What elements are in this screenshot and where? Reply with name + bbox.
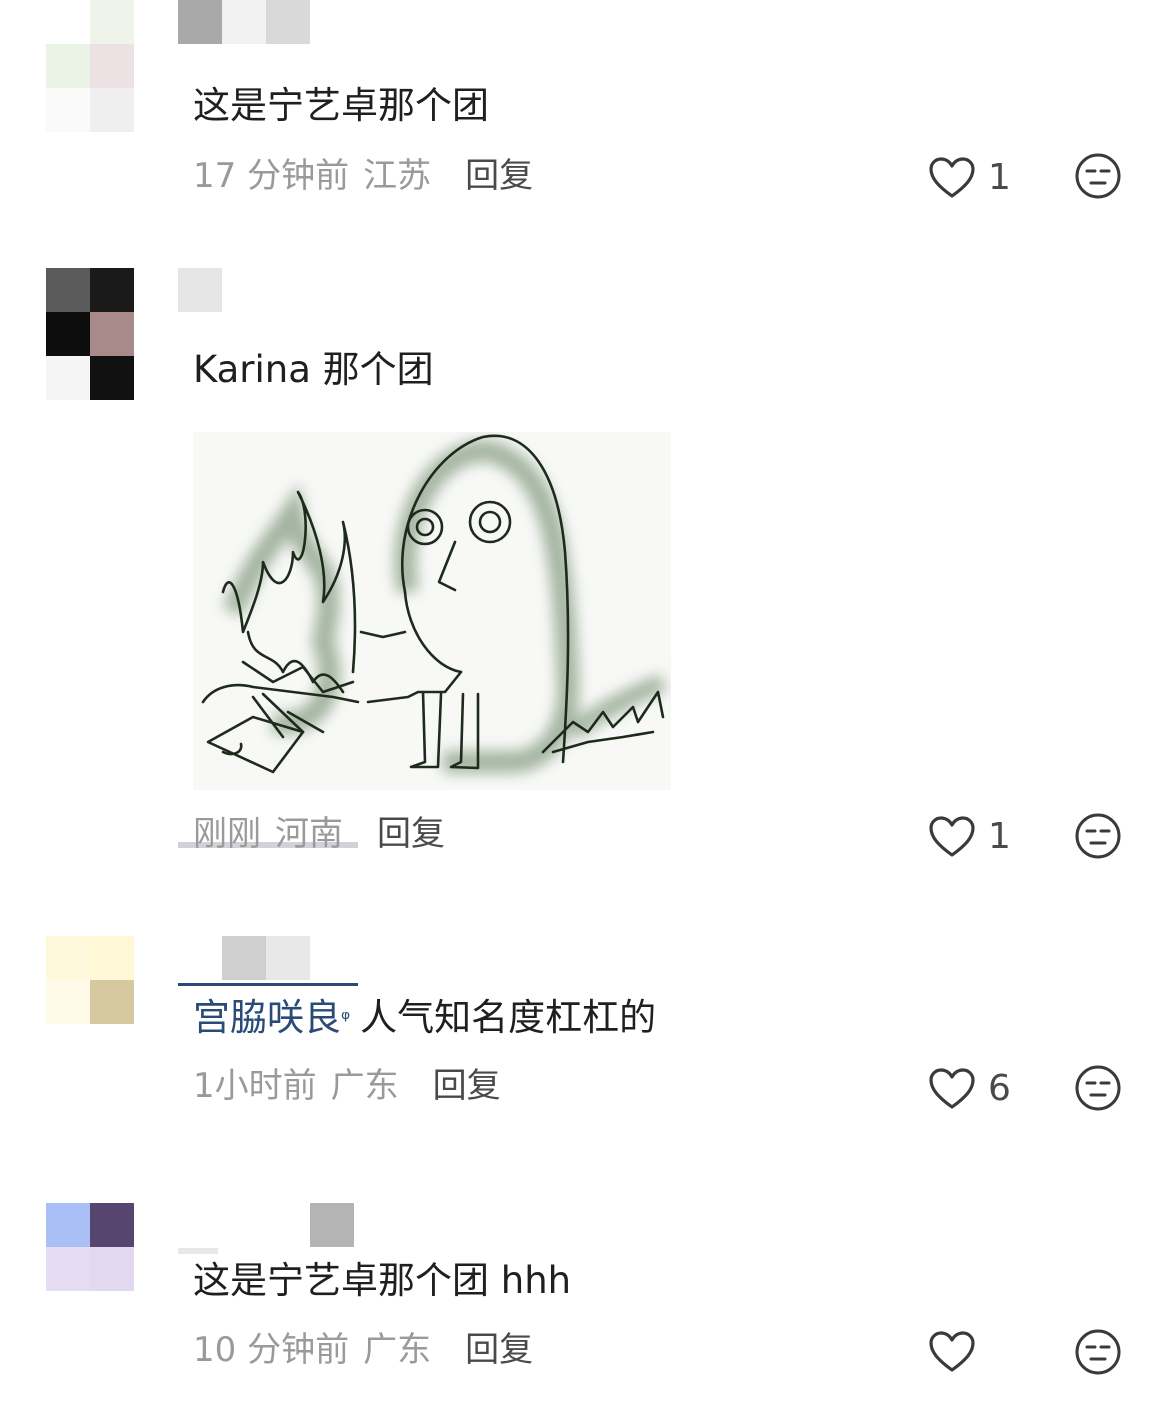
unimpressed-face-icon (1075, 1329, 1121, 1375)
blur-bar (178, 1248, 218, 1254)
dislike-button[interactable] (1074, 1064, 1122, 1112)
unimpressed-face-icon (1075, 813, 1121, 859)
comment-text: 宫脇咲良ᵠ 人气知名度杠杠的 (193, 996, 656, 1040)
sticker-image[interactable] (193, 432, 671, 790)
meme-drawing (193, 432, 671, 790)
comment-time: 10 分钟前 (193, 1330, 350, 1370)
comment-meta: 刚刚 河南 回复 (193, 814, 445, 854)
comment-location: 河南 (275, 814, 343, 854)
avatar[interactable] (46, 268, 134, 400)
search-magnifier-icon: ᵠ (341, 1007, 351, 1032)
username-blurred[interactable] (178, 0, 310, 44)
comment-text: Karina 那个团 (193, 348, 434, 391)
like-count: 1 (988, 157, 1011, 198)
reply-button[interactable]: 回复 (433, 1066, 501, 1106)
avatar[interactable] (46, 1203, 134, 1335)
avatar[interactable] (46, 936, 134, 1068)
comment-meta: 1小时前 广东 回复 (193, 1066, 501, 1106)
username-blurred[interactable] (178, 936, 358, 986)
comment-body: 人气知名度杠杠的 (360, 996, 657, 1039)
like-button[interactable]: 1 (928, 815, 1011, 859)
unimpressed-face-icon (1075, 1065, 1121, 1111)
heart-outline-icon (929, 816, 975, 857)
unimpressed-face-icon (1075, 153, 1121, 199)
dislike-button[interactable] (1074, 1328, 1122, 1376)
dislike-button[interactable] (1074, 812, 1122, 860)
like-button[interactable]: 6 (928, 1067, 1011, 1111)
comment-meta: 17 分钟前 江苏 回复 (193, 156, 533, 196)
comment-location: 江苏 (363, 156, 432, 196)
like-count: 1 (988, 816, 1011, 857)
comment-meta: 10 分钟前 广东 回复 (193, 1330, 533, 1370)
heart-outline-icon (929, 1068, 975, 1109)
dislike-button[interactable] (1074, 152, 1122, 200)
comment-text: 这是宁艺卓那个团 (193, 84, 489, 127)
username-blurred[interactable] (178, 1203, 354, 1247)
comment-location: 广东 (363, 1330, 432, 1370)
like-count: 6 (988, 1068, 1011, 1109)
heart-outline-icon (929, 157, 975, 198)
reply-button[interactable]: 回复 (377, 814, 445, 854)
comment-time: 1小时前 (193, 1066, 317, 1106)
username-blurred[interactable] (178, 268, 222, 312)
comment-time: 刚刚 (193, 814, 261, 854)
reply-button[interactable]: 回复 (465, 1330, 533, 1370)
comment-text: 这是宁艺卓那个团 hhh (193, 1259, 572, 1302)
heart-outline-icon (929, 1331, 975, 1372)
mention-link[interactable]: 宫脇咲良 (193, 996, 341, 1039)
comment-location: 广东 (330, 1066, 399, 1106)
like-button[interactable] (928, 1330, 988, 1374)
reply-button[interactable]: 回复 (465, 156, 533, 196)
comment-time: 17 分钟前 (193, 156, 350, 196)
avatar[interactable] (46, 0, 134, 132)
like-button[interactable]: 1 (928, 156, 1011, 200)
